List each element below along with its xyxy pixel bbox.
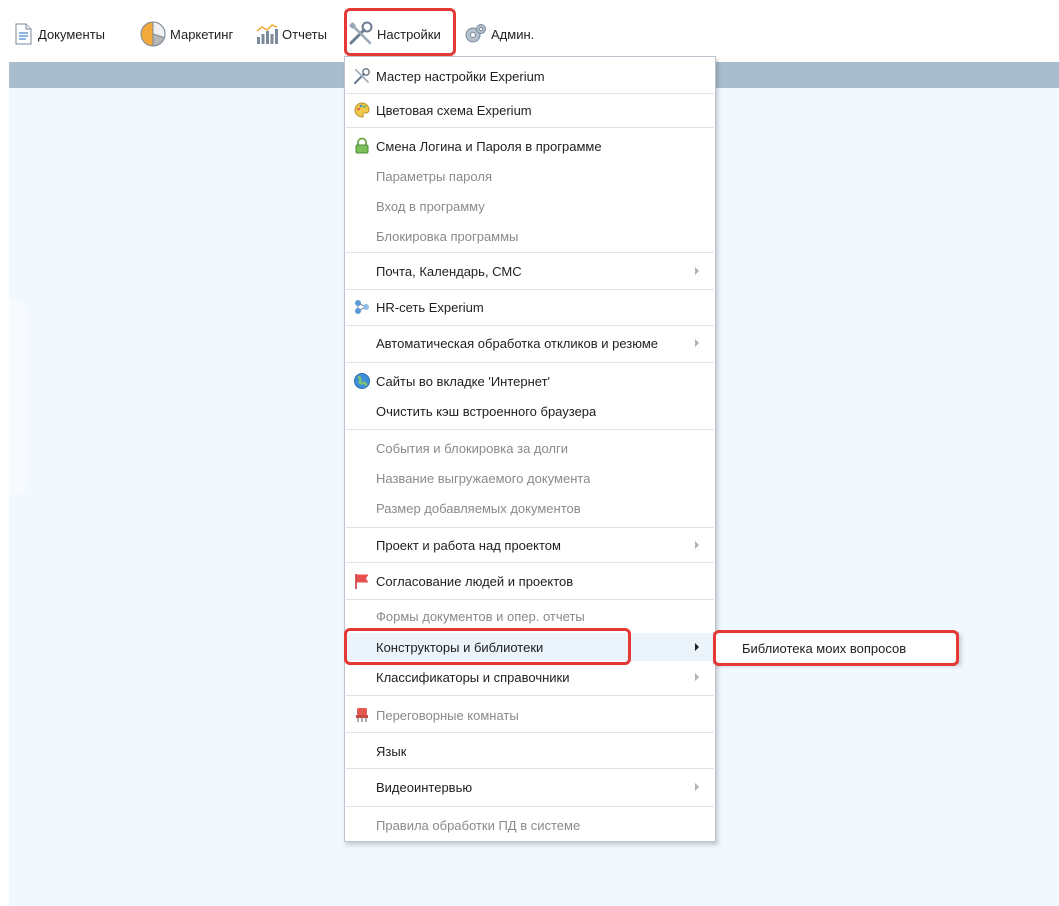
menu-item-label: Классификаторы и справочники [376,669,570,685]
chevron-right-icon [695,783,699,791]
lock-icon [353,137,371,155]
menu-item-label: Почта, Календарь, СМС [376,263,522,279]
documents-menu-button[interactable]: Документы [11,22,105,46]
menu-item-label: Сайты во вкладке 'Интернет' [376,373,551,389]
menu-separator [346,599,714,600]
documents-menu-label: Документы [38,26,106,42]
menu-separator [346,93,714,94]
menu-item-label: Цветовая схема Experium [376,102,532,118]
menu-item-22[interactable]: Видеоинтервью [346,773,714,801]
tools-icon [348,21,374,47]
reports-menu-label: Отчеты [282,26,327,42]
chevron-right-icon [695,339,699,347]
chevron-right-icon [695,267,699,275]
menu-item-16[interactable]: Согласование людей и проектов [346,567,714,595]
settings-dropdown-menu: Мастер настройки Experium Цветовая схема … [344,56,716,842]
menu-separator [346,127,714,128]
menu-separator [346,695,714,696]
menu-item-13[interactable]: Название выгружаемого документа [346,464,714,492]
menu-item-label: Формы документов и опер. отчеты [376,608,585,624]
menu-item-4[interactable]: Параметры пароля [346,162,714,190]
menu-item-19[interactable]: Классификаторы и справочники [346,663,714,691]
menu-separator [346,768,714,769]
menu-item-20[interactable]: Переговорные комнаты [346,701,714,729]
menu-item-label: Язык [376,743,407,759]
menu-item-21[interactable]: Язык [346,737,714,765]
menu-item-1[interactable]: Мастер настройки Experium [346,62,714,90]
menu-separator [346,806,714,807]
menu-item-5[interactable]: Вход в программу [346,192,714,220]
menu-item-18[interactable]: Конструкторы и библиотеки [346,633,714,661]
menu-separator [346,527,714,528]
menu-item-label: Правила обработки ПД в системе [376,817,581,833]
palette-icon [353,101,371,119]
menu-item-label: Размер добавляемых документов [376,500,581,516]
admin-menu-button[interactable]: Админ. [462,22,534,46]
menu-item-2[interactable]: Цветовая схема Experium [346,96,714,124]
menu-separator [346,325,714,326]
marketing-menu-button[interactable]: Маркетинг [139,20,234,48]
menu-item-9[interactable]: Автоматическая обработка откликов и резю… [346,329,714,357]
tools-icon [353,67,371,85]
menu-separator [346,362,714,363]
menu-item-label: Переговорные комнаты [376,707,519,723]
menu-separator [346,289,714,290]
menu-item-10[interactable]: Сайты во вкладке 'Интернет' [346,367,714,395]
menu-item-7[interactable]: Почта, Календарь, СМС [346,257,714,285]
gear-icon [462,21,488,47]
menu-item-label: Вход в программу [376,198,485,214]
menu-item-label: Согласование людей и проектов [376,573,574,589]
chevron-right-icon [695,643,699,651]
menu-item-label: HR-сеть Experium [376,299,484,315]
menu-item-label: Блокировка программы [376,228,519,244]
menu-separator [346,562,714,563]
menu-separator [346,429,714,430]
menu-item-14[interactable]: Размер добавляемых документов [346,494,714,522]
document-icon [11,22,35,46]
menu-item-11[interactable]: Очистить кэш встроенного браузера [346,397,714,425]
menu-item-label: Параметры пароля [376,168,492,184]
settings-menu-button[interactable]: Настройки [348,21,441,47]
menu-item-label: Проект и работа над проектом [376,537,561,553]
menu-separator [346,252,714,253]
settings-menu-label: Настройки [377,26,441,42]
menu-item-label: Автоматическая обработка откликов и резю… [376,335,659,351]
chevron-right-icon [695,673,699,681]
submenu-item-my-questions-library[interactable]: Библиотека моих вопросов [715,634,957,662]
menu-item-label: Название выгружаемого документа [376,470,591,486]
flag-icon [353,572,371,590]
network-icon [353,298,371,316]
bar-chart-icon [255,22,279,46]
marketing-menu-label: Маркетинг [170,26,234,42]
menu-item-label: Видеоинтервью [376,779,473,795]
submenu-item-label: Библиотека моих вопросов [742,640,907,656]
menu-item-6[interactable]: Блокировка программы [346,222,714,250]
menu-item-label: Очистить кэш встроенного браузера [376,403,597,419]
menu-item-15[interactable]: Проект и работа над проектом [346,531,714,559]
menu-item-8[interactable]: HR-сеть Experium [346,293,714,321]
constructors-submenu: Библиотека моих вопросов [713,632,959,664]
menu-item-3[interactable]: Смена Логина и Пароля в программе [346,132,714,160]
menu-item-label: События и блокировка за долги [376,440,569,456]
menu-separator [346,732,714,733]
pie-chart-icon [139,20,167,48]
menu-item-17[interactable]: Формы документов и опер. отчеты [346,602,714,630]
menu-item-label: Конструкторы и библиотеки [376,639,544,655]
menu-item-label: Смена Логина и Пароля в программе [376,138,602,154]
chair-icon [353,706,371,724]
chevron-right-icon [695,541,699,549]
globe-icon [353,372,371,390]
menu-item-12[interactable]: События и блокировка за долги [346,434,714,462]
admin-menu-label: Админ. [491,26,535,42]
background-shape [9,298,29,498]
toolbar: Документы Маркетинг Отчеты Настройки Адм… [0,0,1059,62]
menu-item-label: Мастер настройки Experium [376,68,545,84]
reports-menu-button[interactable]: Отчеты [255,22,327,46]
menu-item-23[interactable]: Правила обработки ПД в системе [346,811,714,839]
